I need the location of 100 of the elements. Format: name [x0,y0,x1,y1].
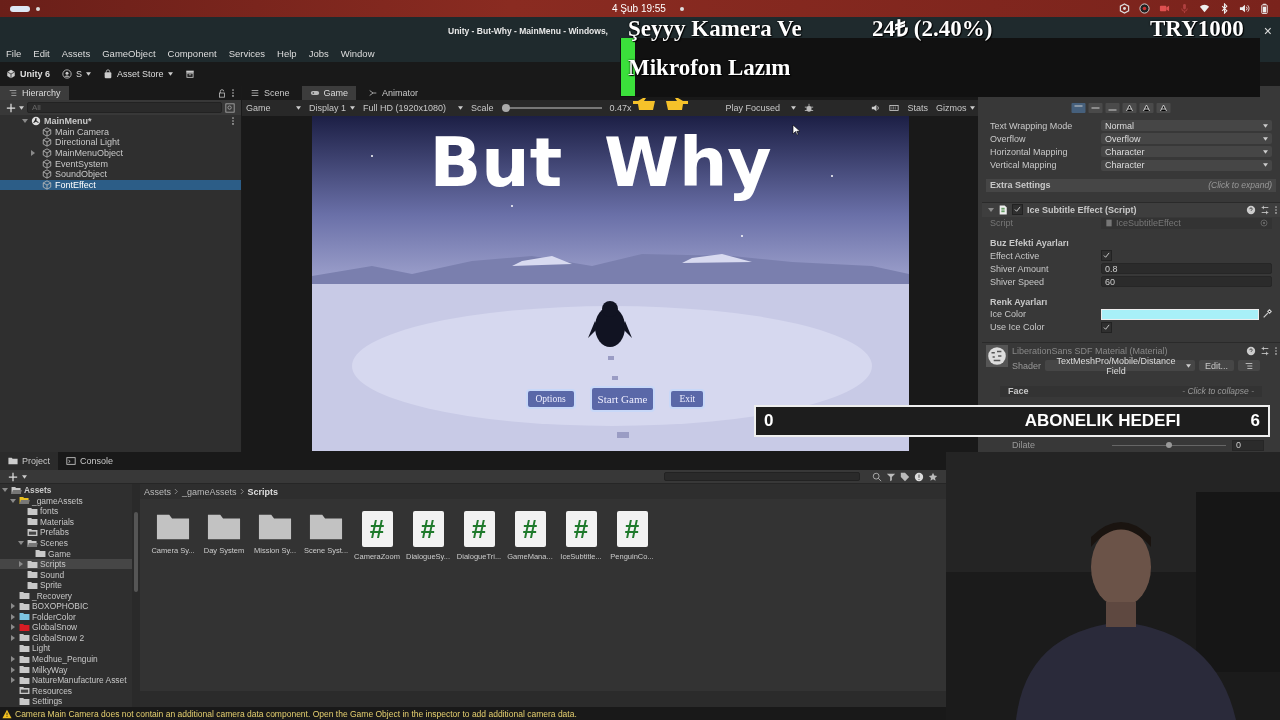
hierarchy-item[interactable]: Main Camera [0,126,241,138]
folder-tree-item[interactable]: Resources [0,685,132,696]
breadcrumb-link[interactable]: Scripts [247,486,279,497]
play-mode-dropdown[interactable]: Play Focused [725,102,796,114]
folder-tree-item[interactable]: FolderColor [0,611,132,623]
slider-thumb[interactable] [1166,441,1172,448]
folder-tree-item[interactable]: Settings [0,695,132,707]
face-foldout[interactable]: Face - Click to collapse - [1000,385,1262,397]
more-icon[interactable] [1274,345,1278,356]
workspace-dot[interactable] [36,6,40,11]
enable-checkbox[interactable] [1012,204,1023,216]
color-swatch[interactable] [1101,308,1259,320]
more-icon[interactable] [231,88,235,98]
folder-tree-item[interactable]: Prefabs [0,527,132,538]
expanded-arrow-icon[interactable] [22,118,28,125]
checkbox[interactable] [1101,250,1112,262]
volume-icon[interactable] [871,103,882,113]
view-tab[interactable]: Scene [242,86,298,100]
hierarchy-item[interactable]: Directional Light [0,137,241,148]
collapsed-arrow-icon[interactable] [18,561,24,568]
battery-icon[interactable] [1259,3,1270,14]
panel-tab[interactable]: Project [0,452,58,470]
folder-tree-item[interactable]: GlobalSnow [0,622,132,633]
collapsed-arrow-icon[interactable] [10,613,16,620]
property-dropdown[interactable]: Character [1101,146,1272,158]
checkbox[interactable] [1101,321,1112,333]
view-tab[interactable]: Animator [360,86,427,100]
workspace-indicator[interactable] [10,5,30,12]
menu-item[interactable]: Window [340,48,375,59]
hierarchy-tab[interactable]: Hierarchy [0,86,69,100]
folder-tree-item[interactable]: _Recovery [0,590,132,601]
more-icon[interactable] [231,116,235,127]
volume-icon[interactable] [1239,3,1250,14]
number-field[interactable]: 60 [1101,276,1272,288]
collapsed-arrow-icon[interactable] [10,666,16,673]
record-app-icon[interactable] [1139,3,1150,14]
property-dropdown[interactable]: Normal [1101,120,1272,132]
tag-icon[interactable] [900,471,910,482]
menu-item[interactable]: GameObject [102,48,156,59]
collapsed-arrow-icon[interactable] [10,656,16,662]
menu-button[interactable]: Start Game [589,386,656,412]
expanded-arrow-icon[interactable] [988,206,994,213]
hierarchy-item[interactable]: MainMenuObject [0,147,241,159]
property-dropdown[interactable]: Overflow [1101,133,1272,145]
display-dropdown[interactable]: Display 1 [309,102,355,114]
gizmos-dropdown[interactable]: Gizmos [936,102,974,114]
hierarchy-item[interactable]: EventSystem [0,158,241,169]
folder-tree-item[interactable]: Materials [0,516,132,528]
folder-tree-item[interactable]: GlobalSnow 2 [0,632,132,644]
asset-store-dropdown[interactable]: Asset Store [103,69,173,79]
folder-tree-item[interactable]: BOXOPHOBIC [0,601,132,612]
search-icon[interactable] [872,471,882,482]
add-icon[interactable] [8,471,18,482]
menu-item[interactable]: Jobs [308,48,329,59]
collapsed-arrow-icon[interactable] [10,624,16,631]
stats-button[interactable]: Stats [907,103,928,113]
panel-tab[interactable]: Console [58,452,122,470]
scene-item[interactable]: MainMenu* [0,116,241,127]
resolution-dropdown[interactable]: Full HD (1920x1080) [363,102,463,114]
game-mode-dropdown[interactable]: Game [246,102,301,114]
property-dropdown[interactable]: Character [1101,159,1272,171]
collapsed-arrow-icon[interactable] [10,634,16,641]
edit-button[interactable]: Edit... [1199,360,1235,372]
archive-icon[interactable] [184,69,195,79]
alignment-icon[interactable] [1156,103,1171,113]
folder-tree-item[interactable]: Sound [0,569,132,580]
unity-account-button[interactable]: Unity 6 [6,69,50,79]
close-button[interactable]: × [1263,23,1272,39]
warning-filter-icon[interactable] [914,471,924,482]
add-icon[interactable] [6,102,16,113]
folder-tree-item[interactable]: Medhue_Penguin [0,653,132,665]
camera-icon[interactable] [1159,3,1170,14]
expanded-arrow-icon[interactable] [18,540,24,546]
clock[interactable]: 4 Şub 19:55 [612,3,666,14]
folder-tree-item[interactable]: fonts [0,506,132,517]
help-icon[interactable] [1246,345,1256,356]
alignment-icon[interactable] [1122,103,1137,113]
alignment-icon[interactable] [1139,103,1154,113]
wifi-icon[interactable] [1199,3,1210,14]
collapsed-arrow-icon[interactable] [10,603,16,610]
menu-item[interactable]: Services [228,48,266,59]
hexagon-icon[interactable] [1119,3,1130,14]
account-dropdown[interactable]: S [62,69,92,79]
sliders-icon[interactable] [1260,204,1270,215]
number-field[interactable]: 0 [1232,439,1264,451]
menu-button[interactable]: Exit [669,389,706,409]
folder-tree-item[interactable]: Sprite [0,579,132,591]
folder-tree-item[interactable]: _gameAssets [0,495,132,507]
folder-tree-item[interactable]: NatureManufacture Asset [0,674,132,686]
keyboard-icon[interactable] [889,103,900,113]
number-field[interactable]: 0.8 [1101,263,1272,275]
hierarchy-item[interactable]: FontEffect [0,179,241,191]
slider-thumb[interactable] [501,104,510,112]
folder-tree-item[interactable]: Light [0,643,132,654]
folder-tree-item[interactable]: Scenes [0,537,132,549]
sliders-icon[interactable] [1260,345,1270,356]
star-icon[interactable] [928,471,938,482]
bug-icon[interactable] [803,103,814,113]
folder-tree-item[interactable]: MilkyWay [0,664,132,675]
scrollbar[interactable] [132,484,140,707]
